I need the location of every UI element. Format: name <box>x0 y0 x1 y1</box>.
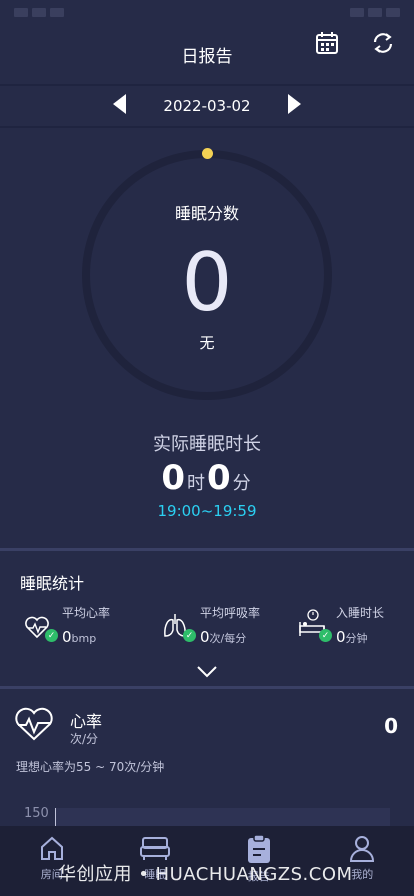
heart-rate-unit: 次/分 <box>70 732 99 746</box>
wifi-icon <box>50 7 64 17</box>
stat-name: 入睡时长 <box>336 606 385 620</box>
score-value: 0 <box>181 236 233 329</box>
nav-item-mine[interactable]: 我的 <box>322 834 402 882</box>
duration-value: 0 时 0 分 <box>0 458 414 498</box>
expand-chevron-icon[interactable] <box>196 664 218 678</box>
heart-rate-icon: ✓ <box>24 604 58 642</box>
heart-rate-title: 心率 <box>70 712 103 731</box>
score-ring-indicator <box>202 148 213 159</box>
section-separator <box>0 686 414 689</box>
next-date-button[interactable] <box>287 94 301 118</box>
stat-value: 0 <box>336 628 346 646</box>
duration-minutes-unit: 分 <box>232 473 251 494</box>
duration-minutes: 0 <box>207 458 231 498</box>
stat-value: 0 <box>62 628 72 646</box>
chart-axis-label: 150 <box>24 806 49 821</box>
check-icon: ✓ <box>183 629 196 642</box>
battery-icon <box>386 7 400 17</box>
section-separator <box>0 548 414 551</box>
stat-name: 平均呼吸率 <box>200 606 261 620</box>
report-icon <box>247 834 270 863</box>
nfc-icon <box>368 7 382 17</box>
chart-axis-tick <box>55 808 56 826</box>
calendar-icon[interactable] <box>312 28 342 58</box>
bed-icon <box>140 837 171 860</box>
stat-breath-rate: ✓ 平均呼吸率 0次/每分 <box>162 604 260 646</box>
lungs-icon: ✓ <box>162 604 196 642</box>
date-nav: 2022-03-02 <box>0 86 414 126</box>
duration-hours-unit: 时 <box>187 473 205 494</box>
score-level: 无 <box>199 334 215 352</box>
score-label: 睡眠分数 <box>174 204 239 223</box>
duration-hours: 0 <box>161 458 185 498</box>
stat-name: 平均心率 <box>62 606 111 620</box>
current-date: 2022-03-02 <box>163 97 251 115</box>
status-bar <box>0 0 414 24</box>
stat-heart-rate: ✓ 平均心率 0bmp <box>24 604 110 646</box>
duration-label: 实际睡眠时长 <box>153 434 261 455</box>
nav-label: 房间 <box>40 868 63 881</box>
heart-rate-value: 0 <box>384 714 398 738</box>
signal-icon <box>32 7 46 17</box>
home-icon <box>40 836 63 860</box>
nav-item-room[interactable]: 房间 <box>12 834 92 882</box>
sim-icon <box>14 7 28 17</box>
date-divider <box>0 126 414 128</box>
header: 日报告 <box>0 24 414 84</box>
prev-date-button[interactable] <box>113 94 127 118</box>
page-title: 日报告 <box>181 46 233 67</box>
check-icon: ✓ <box>45 629 58 642</box>
stat-sleep-onset: ✓ 入睡时长 0分钟 <box>298 604 384 646</box>
stat-unit: 分钟 <box>345 632 368 645</box>
eye-icon <box>350 7 364 17</box>
refresh-icon[interactable] <box>368 28 398 58</box>
nav-label: 报告 <box>247 870 270 883</box>
heart-rate-chart <box>55 808 390 826</box>
heart-rate-ideal: 理想心率为55 ~ 70次/分钟 <box>16 760 165 774</box>
bottom-nav: 房间 睡眠 报告 我的 <box>0 826 414 896</box>
check-icon: ✓ <box>319 629 332 642</box>
stat-unit: 次/每分 <box>209 632 247 645</box>
heart-rate-section-icon <box>14 706 54 746</box>
sleep-time-range: 19:00~19:59 <box>157 502 257 520</box>
stat-value: 0 <box>200 628 210 646</box>
stats-title: 睡眠统计 <box>20 574 85 593</box>
profile-icon <box>350 836 375 862</box>
status-right <box>350 7 400 17</box>
nav-item-sleep[interactable]: 睡眠 <box>115 834 195 882</box>
nav-item-report[interactable]: 报告 <box>219 834 299 884</box>
nav-label: 睡眠 <box>144 868 167 881</box>
nav-label: 我的 <box>351 868 374 881</box>
stat-unit: bmp <box>71 632 97 645</box>
bed-clock-icon: ✓ <box>298 604 332 642</box>
status-left <box>14 7 64 17</box>
